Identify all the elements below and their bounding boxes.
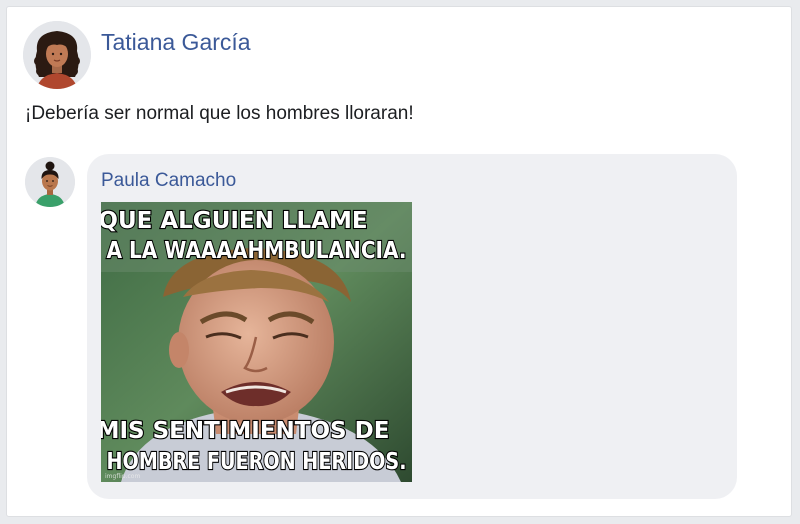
post-text: ¡Debería ser normal que los hombres llor… [25, 103, 414, 124]
meme-bottom-line-1: MIS SENTIMIENTOS DE [101, 418, 389, 444]
crying-man-meme-picture: QUE ALGUIEN LLAME A LA WAAAAHMBULANCIA. … [101, 202, 412, 482]
post-card: Tatiana García ¡Debería ser normal que l… [6, 6, 792, 517]
author-avatar[interactable] [23, 21, 91, 89]
comment-bubble: Paula Camacho QUE ALGUIEN LLAME A LA WAA… [87, 154, 737, 499]
avatar-woman-curly-hair-icon [23, 21, 91, 89]
comment-author-name[interactable]: Paula Camacho [101, 170, 236, 192]
meme-bottom-line-2: HOMBRE FUERON HERIDOS. [107, 449, 407, 475]
meme-image[interactable]: QUE ALGUIEN LLAME A LA WAAAAHMBULANCIA. … [101, 202, 412, 482]
post-author-name[interactable]: Tatiana García [101, 29, 251, 56]
meme-top-line-2: A LA WAAAAHMBULANCIA. [107, 238, 407, 264]
avatar-woman-bun-icon [25, 157, 75, 207]
meme-watermark: imgflip.com [105, 473, 140, 480]
meme-top-line-1: QUE ALGUIEN LLAME [101, 208, 368, 234]
commenter-avatar[interactable] [25, 157, 75, 207]
